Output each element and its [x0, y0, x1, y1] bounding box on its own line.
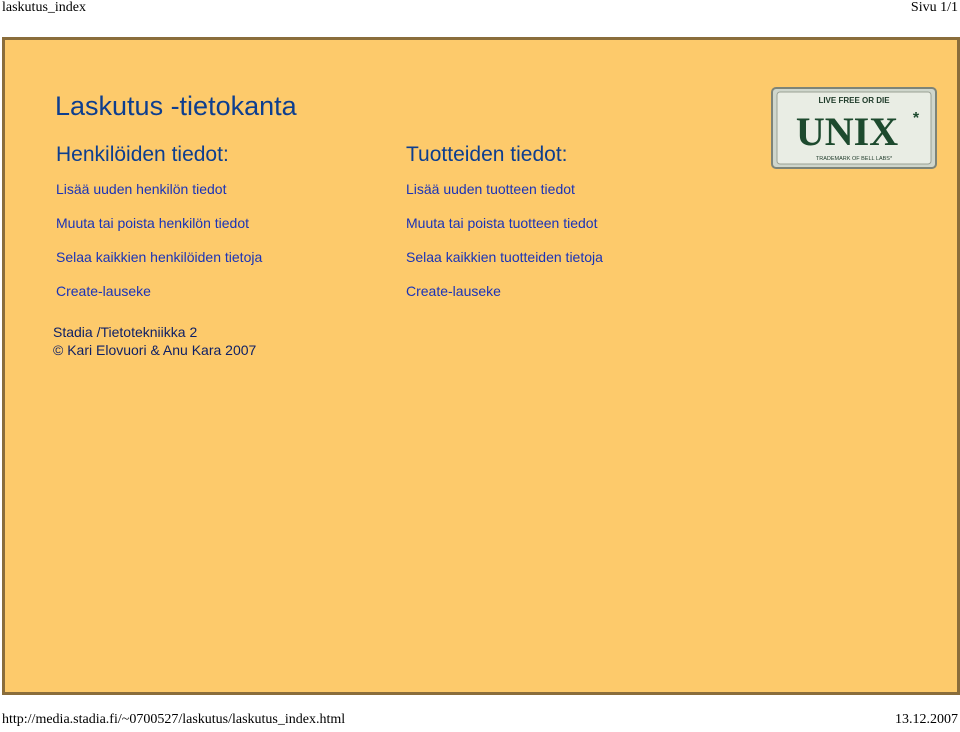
- plate-main-text: UNIX: [796, 109, 898, 154]
- link-edit-product[interactable]: Muuta tai poista tuotteen tiedot: [406, 215, 603, 249]
- plate-bottom-text: TRADEMARK OF BELL LABS*: [816, 156, 893, 162]
- print-header: laskutus_index Sivu 1/1: [0, 0, 960, 20]
- page-title: Laskutus -tietokanta: [55, 91, 297, 121]
- products-heading: Tuotteiden tiedot:: [406, 143, 568, 166]
- plate-star: *: [913, 110, 920, 127]
- print-footer-url: http://media.stadia.fi/~0700527/laskutus…: [2, 712, 346, 727]
- unix-license-plate-logo: LIVE FREE OR DIE UNIX * TRADEMARK OF BEL…: [771, 87, 937, 169]
- link-add-product[interactable]: Lisää uuden tuotteen tiedot: [406, 181, 603, 215]
- link-add-person[interactable]: Lisää uuden henkilön tiedot: [56, 181, 262, 215]
- link-edit-person[interactable]: Muuta tai poista henkilön tiedot: [56, 215, 262, 249]
- credits-copyright: © Kari Elovuori & Anu Kara 2007: [53, 342, 257, 358]
- link-products-create-statement[interactable]: Create-lauseke: [406, 283, 603, 317]
- print-header-page-number: Sivu 1/1: [910, 0, 958, 15]
- print-header-title: laskutus_index: [2, 0, 86, 15]
- plate-top-text: LIVE FREE OR DIE: [818, 96, 890, 105]
- link-browse-persons[interactable]: Selaa kaikkien henkilöiden tietoja: [56, 249, 262, 283]
- persons-heading: Henkilöiden tiedot:: [56, 143, 229, 166]
- page-content: Laskutus -tietokanta Henkilöiden tiedot:…: [2, 37, 960, 695]
- print-footer-date: 13.12.2007: [895, 712, 958, 727]
- link-persons-create-statement[interactable]: Create-lauseke: [56, 283, 262, 317]
- credits: Stadia /Tietotekniikka 2 © Kari Elovuori…: [53, 323, 256, 359]
- print-footer: http://media.stadia.fi/~0700527/laskutus…: [0, 712, 960, 732]
- credits-school: Stadia /Tietotekniikka 2: [53, 324, 198, 340]
- products-section: Tuotteiden tiedot: Lisää uuden tuotteen …: [406, 143, 603, 317]
- link-browse-products[interactable]: Selaa kaikkien tuotteiden tietoja: [406, 249, 603, 283]
- persons-section: Henkilöiden tiedot: Lisää uuden henkilön…: [56, 143, 262, 317]
